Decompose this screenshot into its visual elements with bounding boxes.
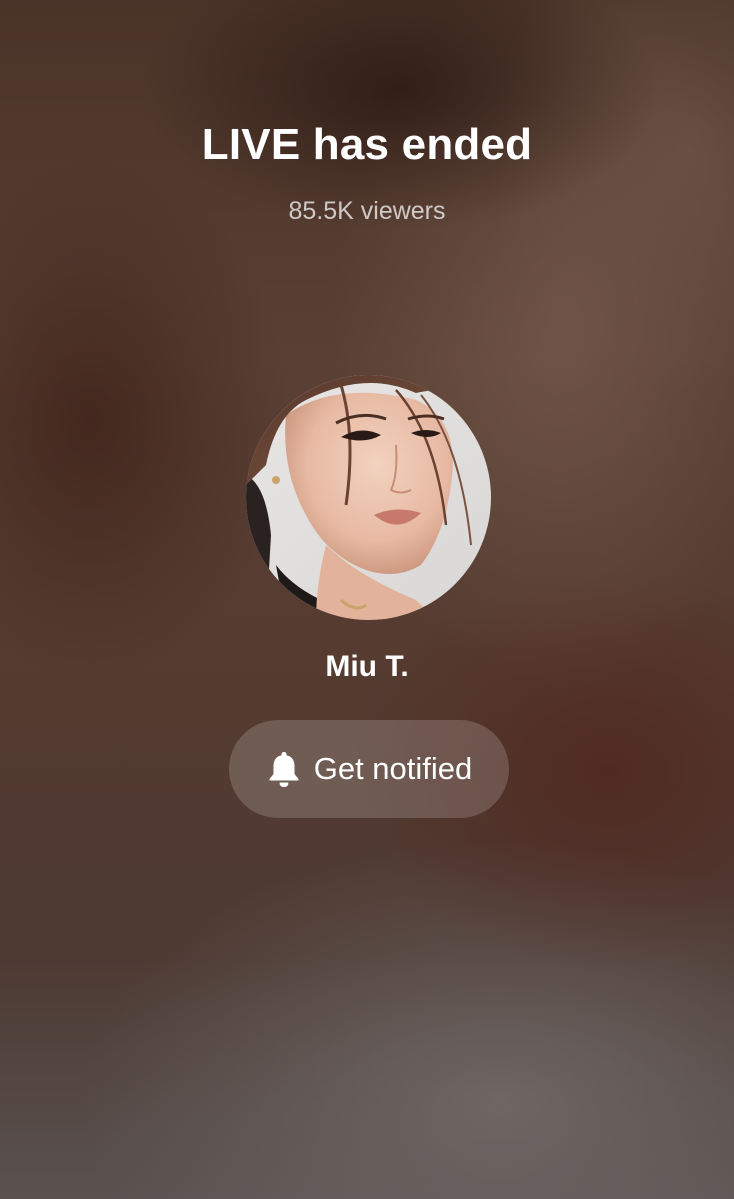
host-avatar[interactable]: [246, 375, 491, 620]
host-avatar-photo: [246, 375, 491, 620]
get-notified-label: Get notified: [313, 751, 473, 786]
viewer-count: 85.5K viewers: [288, 197, 446, 225]
host-name[interactable]: Miu T.: [0, 650, 734, 684]
live-ended-title: LIVE has ended: [201, 120, 533, 169]
live-ended-screen: LIVE has ended 85.5K viewers Miu T. Get …: [0, 0, 734, 1199]
bell-icon: [266, 749, 302, 789]
get-notified-button[interactable]: Get notified: [229, 720, 509, 818]
